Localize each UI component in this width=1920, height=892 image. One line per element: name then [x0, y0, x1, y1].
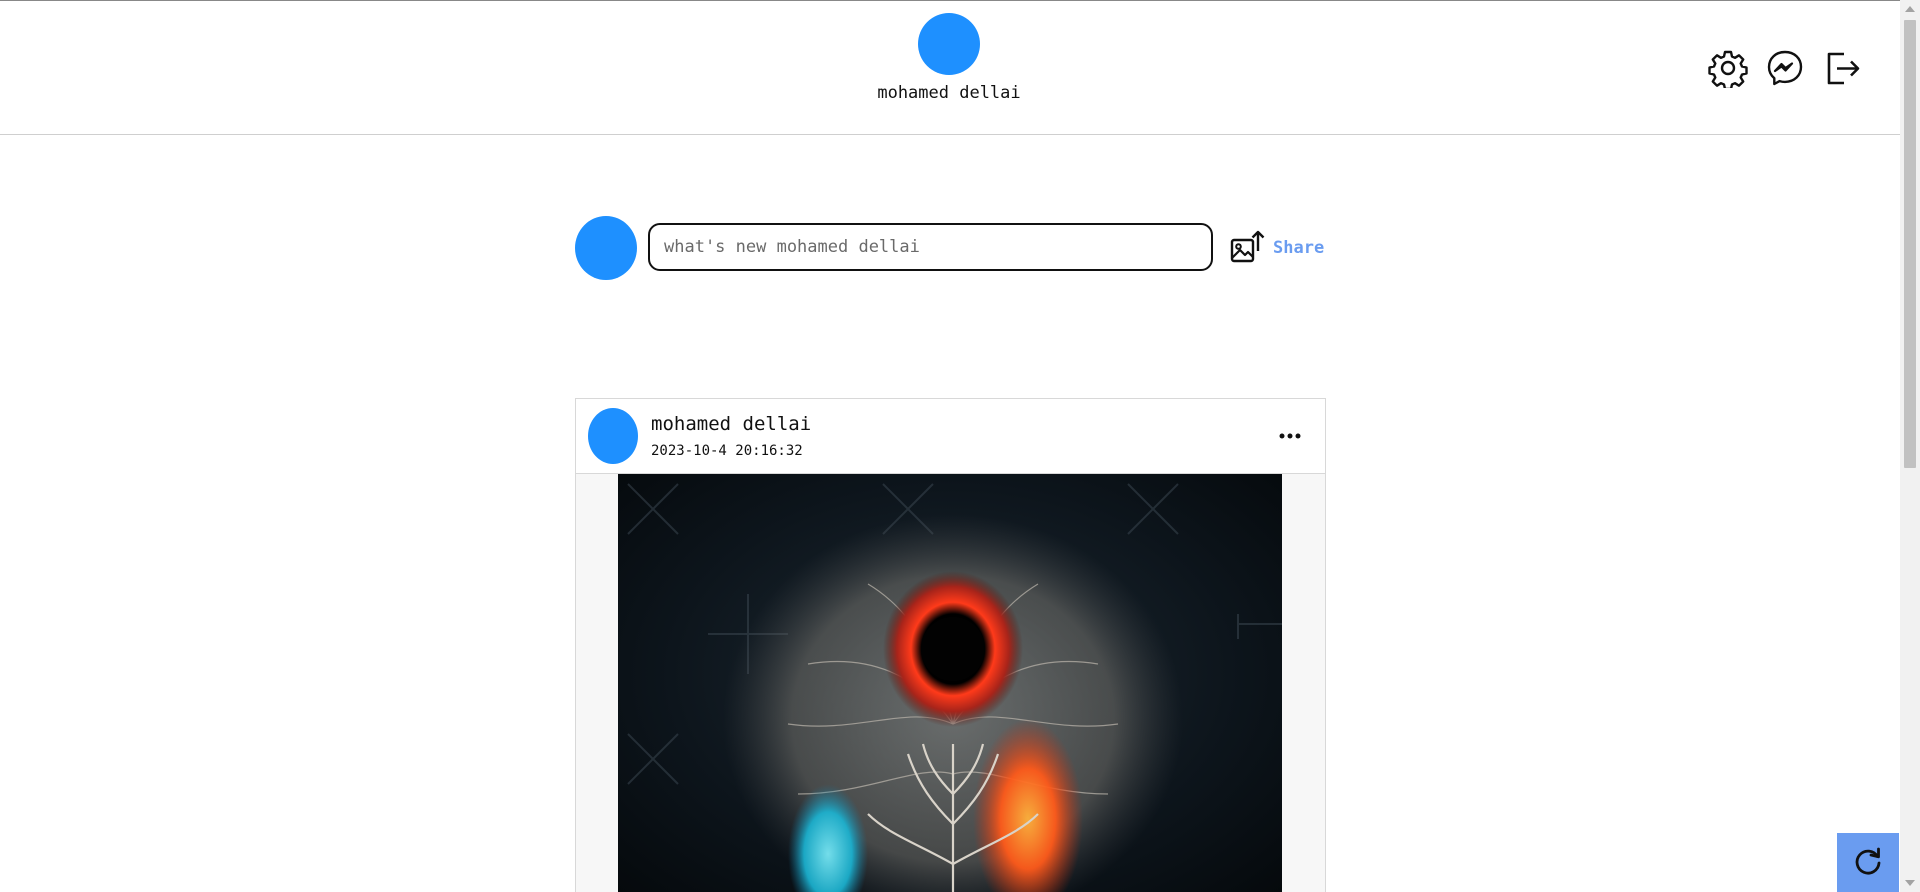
- upload-image-button[interactable]: [1227, 227, 1267, 267]
- settings-button[interactable]: [1708, 48, 1748, 88]
- share-button[interactable]: Share: [1273, 238, 1324, 258]
- more-horizontal-icon: [1279, 433, 1301, 439]
- refresh-button[interactable]: [1837, 833, 1899, 892]
- composer-avatar[interactable]: [575, 216, 637, 280]
- post-composer: Share: [575, 216, 1325, 280]
- new-post-input[interactable]: [648, 223, 1213, 271]
- header-actions: [1708, 48, 1862, 88]
- post-author-avatar[interactable]: [588, 408, 638, 464]
- gear-icon: [1708, 50, 1748, 88]
- messenger-icon: [1767, 50, 1803, 86]
- messages-button[interactable]: [1765, 48, 1805, 88]
- post-timestamp: 2023-10-4 20:16:32: [651, 443, 803, 459]
- scroll-down-arrow[interactable]: [1905, 880, 1915, 886]
- logout-button[interactable]: [1822, 48, 1862, 88]
- post-media: [576, 474, 1325, 892]
- logout-icon: [1827, 52, 1860, 85]
- app-page: mohamed dellai what's new mohamed dellai…: [0, 0, 1900, 892]
- top-header: mohamed dellai: [0, 1, 1900, 135]
- post-card: mohamed dellai 2023-10-4 20:16:32: [575, 398, 1326, 892]
- scroll-thumb[interactable]: [1904, 20, 1916, 468]
- header-user[interactable]: mohamed dellai: [849, 13, 1049, 103]
- header-avatar[interactable]: [918, 13, 980, 75]
- header-user-name[interactable]: mohamed dellai: [849, 83, 1049, 103]
- post-options-button[interactable]: [1272, 421, 1308, 451]
- page-scrollbar[interactable]: [1900, 0, 1920, 892]
- scroll-up-arrow[interactable]: [1905, 6, 1915, 12]
- image-upload-icon: [1230, 230, 1265, 263]
- post-header: mohamed dellai 2023-10-4 20:16:32: [576, 399, 1325, 474]
- refresh-icon: [1855, 847, 1881, 874]
- post-author-name[interactable]: mohamed dellai: [651, 413, 811, 435]
- post-image[interactable]: [618, 474, 1282, 892]
